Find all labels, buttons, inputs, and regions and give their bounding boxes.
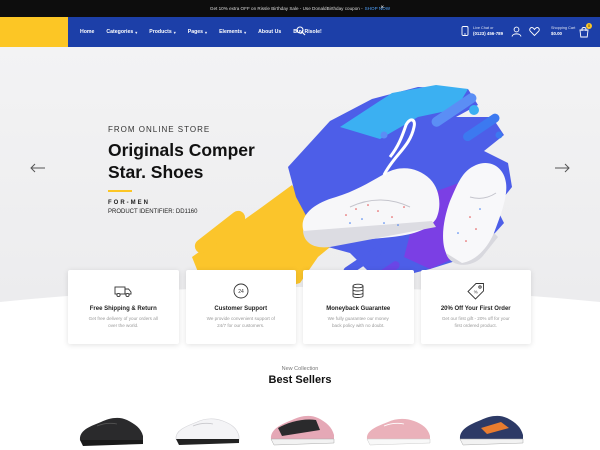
hero-tag: FOR-MEN	[108, 200, 150, 206]
nav-products[interactable]: Products ▾	[149, 29, 176, 35]
cart-summary[interactable]: Shopping Cart $0.00	[551, 25, 575, 37]
cart-amount: $0.00	[551, 31, 562, 36]
nav-categories[interactable]: Categories ▾	[106, 29, 137, 35]
nav-elements[interactable]: Elements ▾	[219, 29, 246, 35]
product-row	[0, 408, 600, 450]
chevron-down-icon: ▾	[173, 29, 176, 35]
hero-caption: FROM ONLINE STORE Originals Comper Star.…	[108, 125, 255, 215]
support-24-icon: 24	[233, 283, 249, 299]
svg-text:24: 24	[238, 289, 244, 295]
feature-title: Free Shipping & Return	[89, 306, 157, 312]
feature-title: Customer Support	[214, 306, 268, 312]
shop-now-link[interactable]: SHOP NOW	[365, 6, 390, 11]
collection-subtitle: New Collection	[281, 366, 319, 372]
hero-eyebrow: FROM ONLINE STORE	[108, 125, 211, 134]
heart-icon[interactable]	[529, 26, 540, 37]
contact-phone[interactable]: (0123) 456-789	[473, 31, 503, 37]
hero-headline-line1: Originals Comper	[108, 140, 255, 160]
nav-home-label: Home	[80, 29, 95, 35]
arrow-right-icon[interactable]	[554, 163, 570, 173]
product-image-white-sneaker[interactable]	[173, 408, 243, 450]
contact-block[interactable]: Live Chat or (0123) 456-789	[461, 25, 503, 37]
hero-shoes-image	[0, 85, 600, 305]
chevron-down-icon: ▾	[244, 29, 247, 35]
feature-card-moneyback: Moneyback Guarantee We fully guarantee o…	[303, 270, 414, 344]
close-announcement-button[interactable]: ×	[380, 4, 384, 12]
nav-pages[interactable]: Pages ▾	[188, 29, 207, 35]
hero-slider: FROM ONLINE STORE Originals Comper Star.…	[0, 47, 600, 305]
feature-desc: We provide convenient support of 24/7 fo…	[206, 316, 275, 328]
collection-title: Best Sellers	[268, 374, 332, 386]
truck-icon	[114, 286, 132, 298]
nav-home[interactable]: Home	[80, 29, 94, 35]
product-image-black-sneaker[interactable]	[77, 408, 147, 450]
nav-products-label: Products	[149, 29, 172, 35]
nav-about-us[interactable]: About Us	[258, 29, 281, 35]
main-header: Home Categories ▾ Products ▾ Pages ▾ Elemen…	[0, 17, 600, 47]
logo[interactable]	[0, 17, 68, 47]
feature-desc: Get free delivery of your orders all ove…	[88, 316, 158, 328]
nav-about-label: About Us	[258, 29, 282, 35]
svg-text:%: %	[474, 290, 478, 295]
arrow-left-icon[interactable]	[30, 163, 46, 173]
money-stack-icon	[352, 283, 364, 298]
feature-cards: Free Shipping & Return Get free delivery…	[68, 270, 531, 344]
feature-desc: Get our first gift - 20% off for your fi…	[441, 316, 510, 328]
cart-count-badge: 0	[586, 23, 592, 29]
feature-title: 20% Off Your First Order	[440, 306, 511, 312]
phone-icon	[461, 26, 469, 36]
hero-headline-line2: Star. Shoes	[108, 162, 204, 182]
cart-label: Shopping Cart	[551, 26, 576, 30]
user-icon[interactable]	[511, 26, 522, 37]
feature-card-discount: % 20% Off Your First Order Get our first…	[420, 270, 531, 344]
best-sellers-heading: New Collection Best Sellers	[0, 366, 600, 386]
feature-desc: We fully guarantee our money back policy…	[327, 316, 389, 328]
feature-card-shipping: Free Shipping & Return Get free delivery…	[68, 270, 179, 344]
tag-icon: %	[467, 283, 484, 300]
announcement-bar: Get 10% extra OFF on Rissle Birthday Sal…	[0, 0, 600, 17]
nav-elements-label: Elements	[219, 29, 243, 35]
chevron-down-icon: ▾	[205, 29, 208, 35]
chevron-down-icon: ▾	[135, 29, 138, 35]
nav-categories-label: Categories	[106, 29, 134, 35]
feature-title: Moneyback Guarantee	[326, 306, 391, 312]
product-image-pink-sneaker[interactable]	[364, 408, 434, 450]
search-icon[interactable]	[296, 26, 306, 36]
product-identifier: PRODUCT IDENTIFIER: DD1160	[108, 209, 198, 215]
announcement-text: Get 10% extra OFF on Rissle Birthday Sal…	[209, 6, 363, 11]
nav-pages-label: Pages	[187, 29, 204, 35]
feature-card-support: 24 Customer Support We provide convenien…	[185, 270, 296, 344]
hero-headline: Originals Comper Star. Shoes	[108, 139, 255, 183]
product-image-navy-orange-sneaker[interactable]	[457, 408, 527, 450]
hero-divider	[108, 190, 132, 192]
contact-label: Live Chat or	[473, 26, 494, 30]
product-image-pink-black-sneaker[interactable]	[268, 408, 338, 450]
